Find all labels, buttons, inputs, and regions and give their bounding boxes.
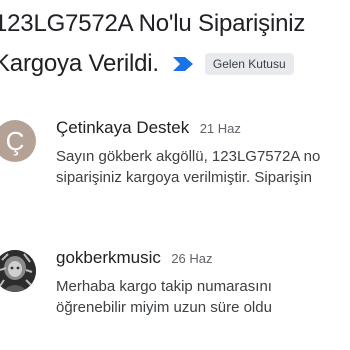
- subject-line-2-row: Kargoya Verildi. Gelen Kutusu: [0, 44, 350, 84]
- label-chip-inbox[interactable]: Gelen Kutusu: [204, 53, 294, 75]
- snippet-line-2: öğrenebilir miyim uzun süre oldu: [56, 299, 272, 316]
- importance-marker-icon[interactable]: [172, 57, 193, 71]
- sender-name[interactable]: Çetinkaya Destek: [56, 118, 189, 137]
- message-snippet: Merhaba kargo takip numarasını öğrenebil…: [56, 276, 350, 318]
- sender-avatar-photo[interactable]: [0, 250, 36, 292]
- email-subject: 123LG7572A No'lu Siparişiniz Kargoya Ver…: [0, 4, 350, 84]
- sender-avatar[interactable]: Ç: [0, 120, 36, 162]
- snippet-line-1: Sayın gökberk akgöllü, 123LG7572A no: [56, 148, 321, 165]
- message-date: 26 Haz: [171, 251, 213, 266]
- subject-line-1: 123LG7572A No'lu Siparişiniz: [0, 10, 306, 37]
- sender-row: gokberkmusic 26 Haz: [56, 248, 213, 268]
- subject-line-2: Kargoya Verildi.: [0, 50, 159, 77]
- snippet-line-1: Merhaba kargo takip numarasını: [56, 278, 272, 295]
- snippet-line-2: siparişiniz kargoya verilmiştir. Sipariş…: [56, 169, 312, 186]
- message-snippet: Sayın gökberk akgöllü, 123LG7572A no sip…: [56, 146, 350, 188]
- message-date: 21 Haz: [199, 121, 241, 136]
- sender-row: Çetinkaya Destek 21 Haz: [56, 118, 241, 138]
- avatar-photo-icon: [0, 250, 36, 292]
- sender-name[interactable]: gokberkmusic: [56, 248, 161, 267]
